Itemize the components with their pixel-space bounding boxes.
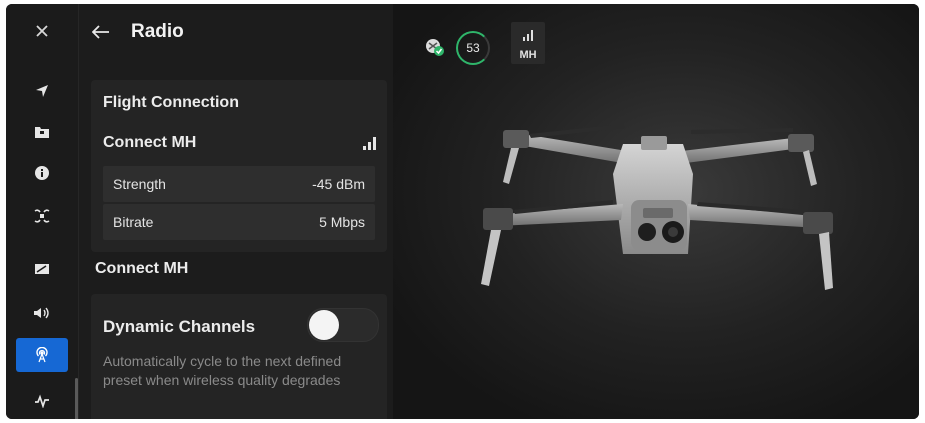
battery-indicator[interactable]: 53 xyxy=(456,31,490,65)
rail-item-info[interactable] xyxy=(16,156,68,190)
bitrate-label: Bitrate xyxy=(113,214,154,230)
dynamic-channels-card: Dynamic Channels Automatically cycle to … xyxy=(91,294,387,419)
drone-image xyxy=(481,124,833,290)
signal-strength-icon xyxy=(363,137,376,150)
rail-item-drone[interactable] xyxy=(16,199,68,233)
bitrate-row: Bitrate 5 Mbps xyxy=(103,204,375,240)
back-button[interactable] xyxy=(87,20,115,44)
page-title: Radio xyxy=(131,21,184,42)
close-icon xyxy=(36,25,48,37)
app-window: Radio Flight Connection Connect MH Stren… xyxy=(6,4,919,419)
rail-item-diagnostics[interactable] xyxy=(16,384,68,418)
rail-item-display[interactable] xyxy=(16,252,68,286)
dynamic-channels-title: Dynamic Channels xyxy=(103,317,256,336)
speaker-icon xyxy=(34,307,49,319)
settings-panel: Radio Flight Connection Connect MH Stren… xyxy=(79,4,393,419)
close-button[interactable] xyxy=(16,14,68,48)
pulse-icon xyxy=(35,394,49,408)
drone-view: 53 MH xyxy=(393,4,919,419)
connect-section-label: Connect MH xyxy=(95,260,189,277)
strength-label: Strength xyxy=(113,176,166,192)
connect-label: Connect MH xyxy=(103,134,197,151)
display-icon xyxy=(35,264,49,274)
satellite-check-icon xyxy=(426,39,444,56)
drone-icon xyxy=(34,209,50,223)
rail-item-files[interactable] xyxy=(16,115,68,149)
sidebar-rail xyxy=(6,4,79,419)
strength-row: Strength -45 dBm xyxy=(103,166,375,202)
folder-icon xyxy=(35,127,49,138)
strength-value: -45 dBm xyxy=(312,176,365,192)
rail-scrollbar[interactable] xyxy=(75,378,78,419)
bitrate-value: 5 Mbps xyxy=(319,214,365,230)
rail-item-radio[interactable] xyxy=(16,338,68,372)
signal-label: MH xyxy=(519,49,537,61)
dynamic-channels-toggle[interactable] xyxy=(307,308,379,342)
navigation-arrow-icon xyxy=(36,85,48,97)
rail-item-navigation[interactable] xyxy=(16,74,68,108)
dynamic-channels-description: Automatically cycle to the next defined … xyxy=(103,353,342,388)
panel-header: Radio xyxy=(79,4,393,60)
rail-item-audio[interactable] xyxy=(16,296,68,330)
back-arrow-icon xyxy=(92,25,109,39)
toggle-knob xyxy=(309,310,339,340)
flight-connection-card: Flight Connection Connect MH Strength -4… xyxy=(91,80,387,252)
info-icon xyxy=(35,166,49,180)
battery-value: 53 xyxy=(466,41,480,55)
radio-antenna-icon xyxy=(36,347,48,363)
flight-connection-title: Flight Connection xyxy=(103,94,239,111)
gps-status[interactable] xyxy=(423,37,445,57)
signal-bars-icon xyxy=(523,30,533,41)
controller-signal[interactable]: MH xyxy=(511,22,545,64)
